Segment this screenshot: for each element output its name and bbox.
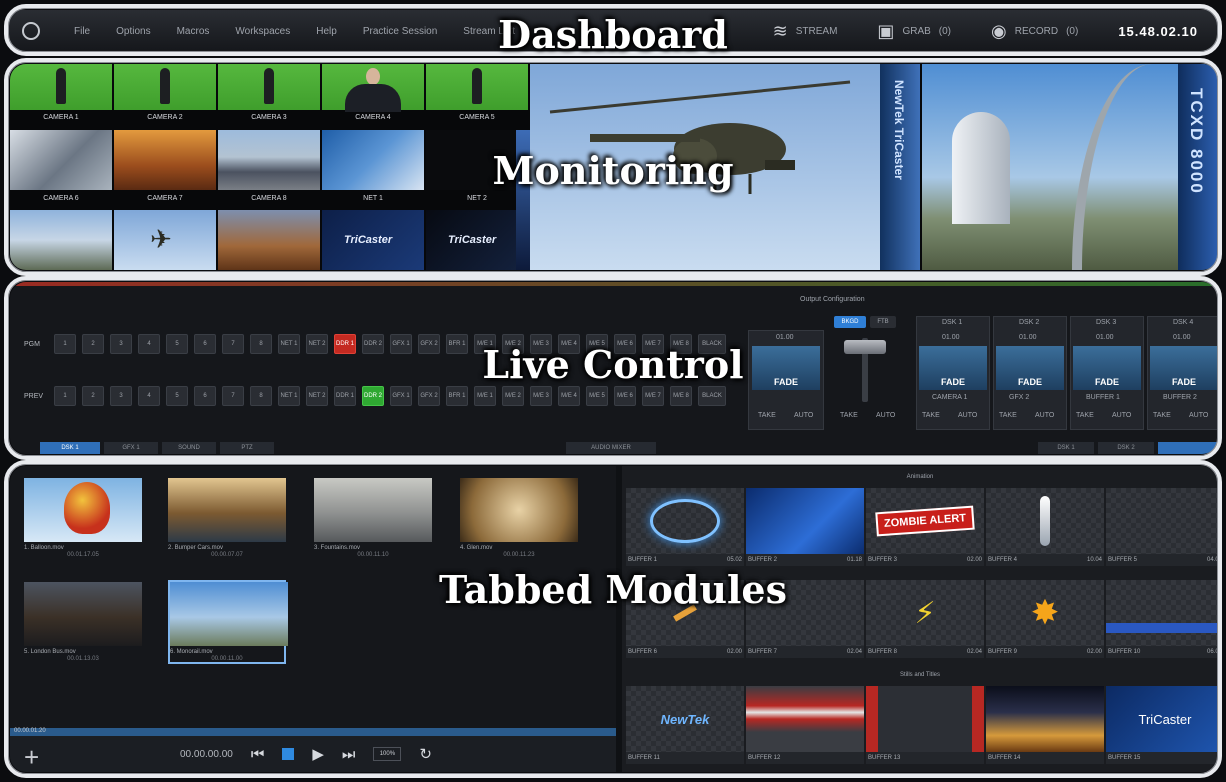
live-control-frame — [4, 276, 1222, 460]
dashboard-frame — [4, 4, 1222, 56]
tabbed-modules-frame — [4, 460, 1222, 778]
monitoring-frame — [4, 58, 1222, 276]
